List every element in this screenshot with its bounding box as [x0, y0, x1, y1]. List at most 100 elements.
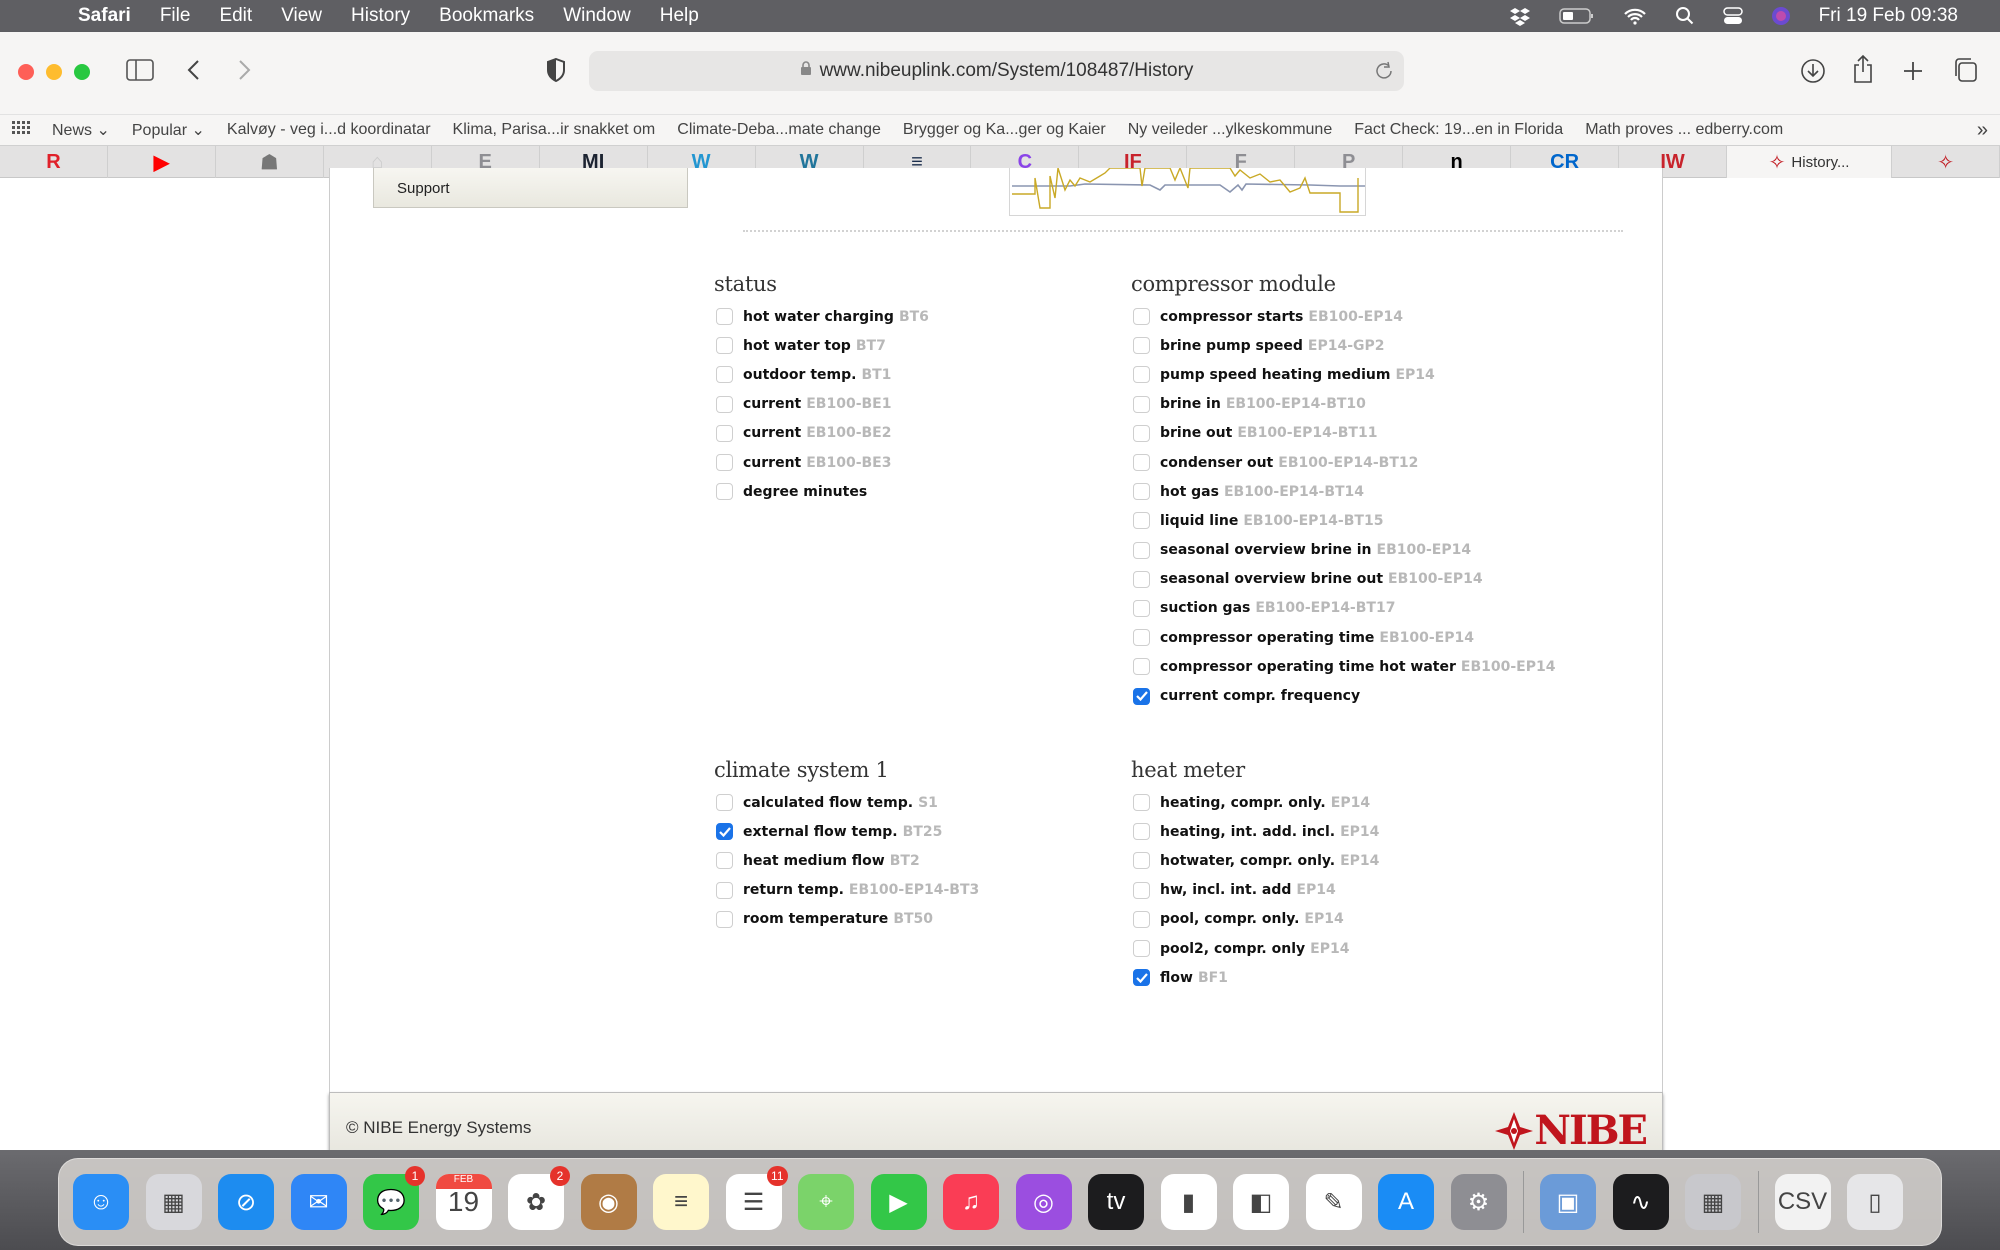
menu-help[interactable]: Help	[660, 5, 699, 27]
checkbox[interactable]	[1133, 881, 1150, 899]
privacy-shield-icon[interactable]	[546, 57, 566, 87]
dock-contacts[interactable]: ◉	[580, 1174, 637, 1230]
bookmark-item[interactable]: Kalvøy - veg i...d koordinatar	[227, 121, 431, 139]
dock-notes[interactable]: ≡	[653, 1174, 709, 1230]
checkbox[interactable]	[716, 454, 733, 472]
spotlight-search-icon[interactable]	[1675, 6, 1695, 26]
close-window-button[interactable]	[18, 64, 34, 80]
checkbox[interactable]	[716, 337, 733, 355]
checkbox[interactable]	[716, 852, 733, 870]
dock-apple-tv[interactable]: tv	[1088, 1174, 1144, 1230]
history-option-row[interactable]: calculated flow temp. S1	[714, 788, 979, 817]
checkbox[interactable]	[1133, 794, 1150, 812]
bookmark-item[interactable]: Ny veileder ...ylkeskommune	[1128, 121, 1333, 139]
history-option-row[interactable]: current EB100-BE2	[714, 419, 929, 448]
forward-button[interactable]	[236, 59, 252, 86]
menu-app-name[interactable]: Safari	[78, 5, 131, 27]
option-label[interactable]: brine in	[1160, 396, 1221, 412]
dock-maps[interactable]: ⌖	[798, 1174, 854, 1230]
history-option-row[interactable]: degree minutes	[714, 477, 929, 506]
option-label[interactable]: seasonal overview brine out	[1160, 571, 1383, 587]
nibe-logo[interactable]: NIBE	[1494, 1107, 1648, 1150]
option-label[interactable]: calculated flow temp.	[743, 795, 913, 811]
option-label[interactable]: compressor operating time	[1160, 630, 1374, 646]
dock-facetime[interactable]: ▶	[870, 1174, 927, 1230]
checkbox[interactable]	[1133, 852, 1150, 870]
dock-podcasts[interactable]: ◎	[1015, 1174, 1072, 1230]
dock-numbers[interactable]: ▮	[1160, 1174, 1217, 1230]
tab-nibe[interactable]: ✧	[1892, 146, 2000, 178]
tab-history-active[interactable]: ✧ History...	[1727, 146, 1893, 178]
history-option-row[interactable]: flow BF1	[1131, 963, 1379, 992]
dock-finder[interactable]: ☺	[73, 1174, 129, 1230]
option-label[interactable]: suction gas	[1160, 600, 1250, 616]
option-label[interactable]: heating, compr. only.	[1160, 795, 1326, 811]
option-label[interactable]: seasonal overview brine in	[1160, 542, 1372, 558]
new-tab-icon[interactable]	[1902, 60, 1924, 87]
menu-history[interactable]: History	[351, 5, 410, 27]
bookmark-item[interactable]: Klima, Parisa...ir snakket om	[453, 121, 656, 139]
dock-launchpad[interactable]: ▦	[145, 1174, 202, 1230]
checkbox[interactable]	[716, 483, 733, 501]
history-option-row[interactable]: seasonal overview brine out EB100-EP14	[1131, 565, 1555, 594]
history-option-row[interactable]: pool2, compr. only EP14	[1131, 934, 1379, 963]
dock-messages[interactable]: 💬 1	[363, 1166, 425, 1230]
history-option-row[interactable]: heating, compr. only. EP14	[1131, 788, 1379, 817]
option-label[interactable]: current	[743, 396, 801, 412]
tab-drawing[interactable]: ☗	[216, 146, 324, 178]
wifi-icon[interactable]	[1623, 7, 1647, 25]
history-option-row[interactable]: compressor operating time hot water EB100…	[1131, 652, 1555, 681]
option-label[interactable]: external flow temp.	[743, 824, 898, 840]
dropbox-icon[interactable]	[1509, 6, 1531, 26]
checkbox[interactable]	[1133, 910, 1150, 928]
history-option-row[interactable]: hot water top BT7	[714, 331, 929, 360]
checkbox[interactable]	[716, 794, 733, 812]
checkbox[interactable]	[716, 366, 733, 384]
checkbox[interactable]	[1133, 308, 1150, 326]
dock-mail[interactable]: ✉	[290, 1174, 347, 1230]
history-option-row[interactable]: room temperature BT50	[714, 905, 979, 934]
dock-calendar[interactable]: FEB 19	[435, 1174, 492, 1230]
option-label[interactable]: brine pump speed	[1160, 338, 1303, 354]
more-bookmarks-icon[interactable]: »	[1977, 119, 1988, 142]
menu-file[interactable]: File	[160, 5, 191, 27]
option-label[interactable]: heating, int. add. incl.	[1160, 824, 1335, 840]
checkbox[interactable]	[1133, 541, 1150, 559]
dock-trash[interactable]: ▯	[1847, 1174, 1903, 1230]
option-label[interactable]: outdoor temp.	[743, 367, 856, 383]
history-option-row[interactable]: compressor starts EB100-EP14	[1131, 302, 1555, 331]
history-option-row[interactable]: hot gas EB100-EP14-BT14	[1131, 477, 1555, 506]
checkbox[interactable]	[716, 308, 733, 326]
dock-activity-monitor[interactable]: ∿	[1612, 1174, 1669, 1230]
option-label[interactable]: hot gas	[1160, 484, 1219, 500]
option-label[interactable]: return temp.	[743, 882, 844, 898]
support-menu-item[interactable]: Support	[373, 168, 688, 208]
checkbox[interactable]	[1133, 969, 1150, 987]
control-center-icon[interactable]	[1722, 6, 1743, 26]
menu-edit[interactable]: Edit	[219, 5, 252, 27]
url-text[interactable]: www.nibeuplink.com/System/108487/History	[820, 60, 1194, 82]
dock-system-preferences[interactable]: ⚙	[1450, 1174, 1507, 1230]
bookmark-item[interactable]: Climate-Deba...mate change	[677, 121, 881, 139]
downloads-icon[interactable]	[1800, 58, 1826, 89]
option-label[interactable]: flow	[1160, 970, 1193, 986]
history-option-row[interactable]: brine in EB100-EP14-BT10	[1131, 390, 1555, 419]
history-option-row[interactable]: hw, incl. int. add EP14	[1131, 876, 1379, 905]
history-chart-thumbnail[interactable]	[1009, 166, 1366, 216]
dock-safari[interactable]: ⊘	[218, 1174, 274, 1230]
history-option-row[interactable]: outdoor temp. BT1	[714, 360, 929, 389]
reload-icon[interactable]	[1374, 60, 1394, 88]
option-label[interactable]: heat medium flow	[743, 853, 885, 869]
checkbox[interactable]	[1133, 629, 1150, 647]
checkbox[interactable]	[716, 823, 733, 841]
option-label[interactable]: liquid line	[1160, 513, 1238, 529]
dock-csv-file[interactable]: CSV	[1774, 1174, 1831, 1230]
checkbox[interactable]	[716, 395, 733, 413]
tab-r[interactable]: R	[0, 146, 108, 178]
history-option-row[interactable]: condenser out EB100-EP14-BT12	[1131, 448, 1555, 477]
history-option-row[interactable]: return temp. EB100-EP14-BT3	[714, 876, 979, 905]
menu-view[interactable]: View	[281, 5, 322, 27]
option-label[interactable]: pump speed heating medium	[1160, 367, 1390, 383]
grid-icon[interactable]	[12, 120, 30, 140]
checkbox[interactable]	[1133, 483, 1150, 501]
